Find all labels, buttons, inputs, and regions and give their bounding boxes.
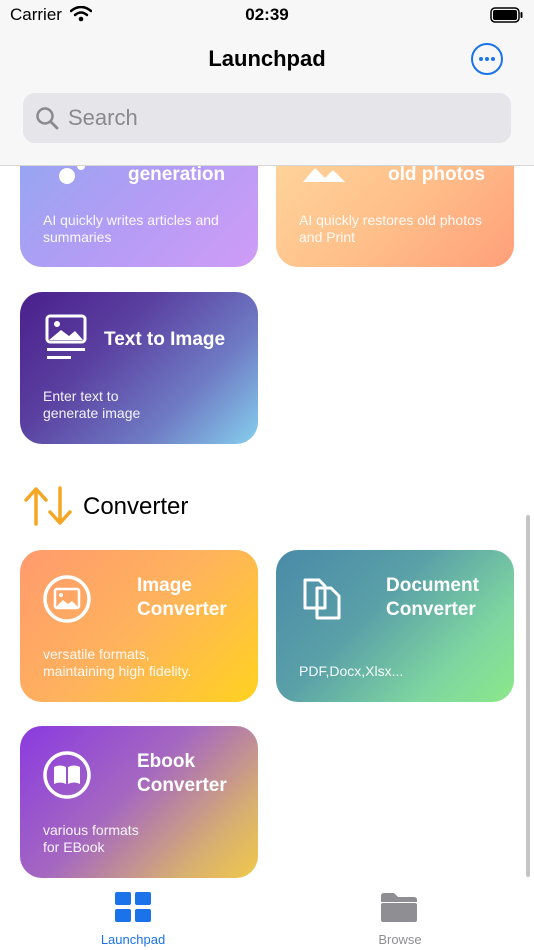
swap-arrows-icon <box>22 484 74 533</box>
tab-label: Launchpad <box>100 932 166 947</box>
image-circle-icon <box>42 574 92 629</box>
section-title: Converter <box>83 493 189 520</box>
clock: 02:39 <box>245 5 289 24</box>
card-title-line1: Document <box>386 575 479 596</box>
card-title-line2: Converter <box>137 775 227 796</box>
page-title: Launchpad <box>208 46 326 71</box>
tab-label: Browse <box>378 932 422 947</box>
card-image-converter[interactable]: Image Converter versatile formats, maint… <box>20 550 258 702</box>
scrollbar[interactable] <box>526 515 530 877</box>
card-title-line1: Ebook <box>137 751 196 772</box>
more-dot <box>491 57 495 61</box>
card-title: generation <box>128 164 226 185</box>
card-desc-line2: maintaining high fidelity. <box>43 663 192 679</box>
more-dot <box>479 57 483 61</box>
search-icon <box>35 106 59 135</box>
card-title-line2: Converter <box>137 599 227 620</box>
card-desc: AI quickly restores old photos and Print <box>299 212 482 245</box>
image-text-icon <box>45 314 89 367</box>
card-desc-line1: PDF,Docx,Xlsx... <box>299 663 404 679</box>
card-desc-line1: Enter text to <box>43 388 119 404</box>
navigation-bar: Carrier 02:39 Launchpad Search <box>0 0 534 166</box>
card-desc: AI quickly writes articles and summaries <box>43 212 219 245</box>
book-circle-icon <box>42 750 92 805</box>
documents-icon <box>301 572 345 627</box>
grid-icon <box>115 892 151 927</box>
card-title-line1: Image <box>137 575 192 596</box>
card-title-line2: Converter <box>386 599 476 620</box>
search-placeholder: Search <box>68 105 138 130</box>
card-desc-line2: for EBook <box>43 839 105 855</box>
card-ebook-converter[interactable]: Ebook Converter various formats for EBoo… <box>20 726 258 878</box>
card-desc-line2: generate image <box>43 405 141 421</box>
card-text-to-image[interactable]: Text to Image Enter text to generate ima… <box>20 292 258 444</box>
status-bar: Carrier 02:39 <box>0 0 534 30</box>
card-title: Text to Image <box>104 329 226 350</box>
search-input[interactable]: Search <box>23 93 511 143</box>
battery-icon <box>490 7 524 28</box>
card-desc-line1: versatile formats, <box>43 646 150 662</box>
card-document-converter[interactable]: Document Converter PDF,Docx,Xlsx... <box>276 550 514 702</box>
card-desc-line1: various formats <box>43 822 139 838</box>
card-title: old photos <box>388 164 486 185</box>
more-dot <box>485 57 489 61</box>
tab-bar: Launchpad Browse <box>0 880 534 950</box>
folder-icon <box>380 891 418 928</box>
more-options-button[interactable] <box>471 43 503 75</box>
